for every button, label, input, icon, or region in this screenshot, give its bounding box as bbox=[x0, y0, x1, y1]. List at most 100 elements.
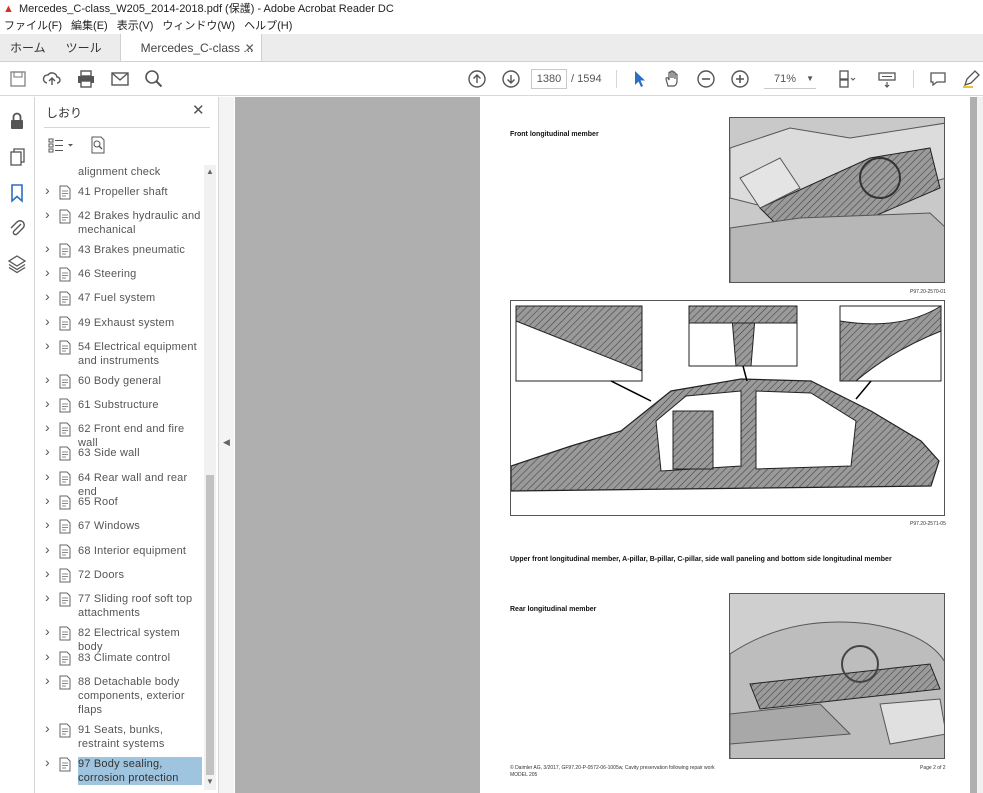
scroll-up-icon[interactable]: ▲ bbox=[206, 167, 214, 176]
bookmark-label: 67 Windows bbox=[78, 520, 140, 532]
menu-view[interactable]: 表示(V) bbox=[117, 18, 154, 34]
bookmark-label: 46 Steering bbox=[78, 268, 137, 280]
document-scrollbar[interactable] bbox=[977, 97, 983, 793]
bookmark-page-icon bbox=[58, 651, 72, 666]
tab-bar: ホーム ツール Mercedes_C-class ... ✕ bbox=[0, 34, 983, 62]
toolbar-divider bbox=[616, 70, 617, 88]
bookmark-label: 49 Exhaust system bbox=[78, 317, 175, 329]
chevron-right-icon[interactable]: › bbox=[45, 420, 50, 434]
bookmark-page-icon bbox=[58, 626, 72, 641]
footer-copyright: © Daimler AG, 3/2017, GF97.20-P-0572-06-… bbox=[510, 765, 715, 771]
chevron-right-icon[interactable]: › bbox=[45, 338, 50, 352]
chevron-right-icon[interactable]: › bbox=[45, 289, 50, 303]
window-title: Mercedes_C-class_W205_2014-2018.pdf (保護)… bbox=[19, 3, 394, 15]
scroll-thumb[interactable] bbox=[206, 475, 214, 775]
chevron-right-icon[interactable]: › bbox=[45, 493, 50, 507]
upload-cloud-icon[interactable] bbox=[42, 69, 62, 89]
chevron-right-icon[interactable]: › bbox=[45, 624, 50, 638]
bookmark-label: 65 Roof bbox=[78, 496, 118, 508]
chevron-right-icon[interactable]: › bbox=[45, 396, 50, 410]
prev-page-icon[interactable] bbox=[467, 69, 487, 89]
footer-model: MODEL 205 bbox=[510, 772, 538, 778]
close-icon[interactable]: ✕ bbox=[245, 34, 255, 62]
bookmark-label: 82 Electrical system body bbox=[78, 627, 180, 653]
bookmark-label: 47 Fuel system bbox=[78, 292, 156, 304]
chevron-right-icon[interactable]: › bbox=[45, 649, 50, 663]
menu-bar: ファイル(F) 編集(E) 表示(V) ウィンドウ(W) ヘルプ(H) bbox=[0, 18, 983, 34]
attachment-icon[interactable] bbox=[7, 218, 27, 238]
chevron-right-icon[interactable]: › bbox=[45, 755, 50, 769]
chevron-right-icon[interactable]: › bbox=[45, 542, 50, 556]
scrollbar[interactable]: ▲ ▼ bbox=[204, 165, 216, 790]
chevron-right-icon[interactable]: › bbox=[45, 207, 50, 221]
tab-tools[interactable]: ツール bbox=[56, 34, 112, 61]
toolbar-divider bbox=[913, 70, 914, 88]
bookmark-page-icon bbox=[58, 398, 72, 413]
bookmark-page-icon bbox=[58, 422, 72, 437]
tab-home[interactable]: ホーム bbox=[0, 34, 56, 61]
page-fit-icon[interactable] bbox=[836, 69, 856, 89]
bookmark-page-icon bbox=[58, 374, 72, 389]
bookmark-page-icon bbox=[58, 446, 72, 461]
bookmark-search-icon[interactable] bbox=[90, 136, 106, 159]
menu-help[interactable]: ヘルプ(H) bbox=[244, 18, 292, 34]
chevron-right-icon[interactable]: › bbox=[45, 517, 50, 531]
caption-upper-pillars: Upper front longitudinal member, A-pilla… bbox=[510, 556, 892, 563]
acrobat-icon: ▲ bbox=[3, 3, 14, 15]
caption-rear-longitudinal: Rear longitudinal member bbox=[510, 606, 597, 613]
search-icon[interactable] bbox=[144, 69, 164, 89]
bookmark-page-icon bbox=[58, 185, 72, 200]
lock-icon[interactable] bbox=[7, 111, 27, 131]
tab-document[interactable]: Mercedes_C-class ... ✕ bbox=[119, 34, 262, 62]
options-list-icon[interactable] bbox=[48, 137, 74, 158]
close-icon[interactable]: ✕ bbox=[192, 101, 205, 119]
bookmark-label: 77 Sliding roof soft top attachments bbox=[78, 593, 193, 619]
tab-document-label: Mercedes_C-class ... bbox=[140, 41, 254, 55]
menu-window[interactable]: ウィンドウ(W) bbox=[162, 18, 235, 34]
bookmark-page-icon bbox=[58, 568, 72, 583]
save-icon[interactable] bbox=[8, 69, 28, 89]
chevron-right-icon[interactable]: › bbox=[45, 721, 50, 735]
comment-icon[interactable] bbox=[928, 69, 948, 89]
zoom-out-icon[interactable] bbox=[696, 69, 716, 89]
bookmark-page-icon bbox=[58, 291, 72, 306]
chevron-right-icon[interactable]: › bbox=[45, 469, 50, 483]
chevron-right-icon[interactable]: › bbox=[45, 265, 50, 279]
bookmark-label: 83 Climate control bbox=[78, 652, 171, 664]
bookmark-page-icon bbox=[58, 471, 72, 486]
title-bar: ▲ Mercedes_C-class_W205_2014-2018.pdf (保… bbox=[0, 0, 983, 18]
bookmark-icon[interactable] bbox=[7, 183, 27, 203]
document-view[interactable]: Front longitudinal member P97.20-2570-01 bbox=[235, 97, 983, 793]
chevron-right-icon[interactable]: › bbox=[45, 444, 50, 458]
chevron-right-icon[interactable]: › bbox=[45, 314, 50, 328]
menu-edit[interactable]: 編集(E) bbox=[71, 18, 108, 34]
keyboard-icon[interactable] bbox=[877, 69, 897, 89]
chevron-right-icon[interactable]: › bbox=[45, 241, 50, 255]
chevron-right-icon[interactable]: › bbox=[45, 673, 50, 687]
email-icon[interactable] bbox=[110, 69, 130, 89]
zoom-value: 71% bbox=[774, 73, 797, 85]
zoom-select[interactable]: 71% ▼ bbox=[764, 69, 816, 89]
chevron-right-icon[interactable]: › bbox=[45, 372, 50, 386]
chevron-right-icon[interactable]: › bbox=[45, 183, 50, 197]
highlight-pen-icon[interactable] bbox=[961, 69, 981, 89]
hand-tool-icon[interactable] bbox=[662, 69, 682, 89]
panel-collapse-handle[interactable]: ◀ bbox=[218, 97, 234, 793]
bookmark-page-icon bbox=[58, 519, 72, 534]
print-icon[interactable] bbox=[76, 69, 96, 89]
chevron-right-icon[interactable]: › bbox=[45, 566, 50, 580]
bookmark-label: 43 Brakes pneumatic bbox=[78, 244, 186, 256]
bookmark-page-icon bbox=[58, 267, 72, 282]
layers-icon[interactable] bbox=[7, 254, 27, 274]
next-page-icon[interactable] bbox=[501, 69, 521, 89]
pages-icon[interactable] bbox=[7, 147, 27, 167]
scroll-down-icon[interactable]: ▼ bbox=[206, 777, 214, 786]
bookmark-page-icon bbox=[58, 243, 72, 258]
zoom-in-icon[interactable] bbox=[730, 69, 750, 89]
panel-divider bbox=[44, 127, 210, 128]
chevron-right-icon[interactable]: › bbox=[45, 590, 50, 604]
menu-file[interactable]: ファイル(F) bbox=[4, 18, 62, 34]
bookmark-label: 42 Brakes hydraulic and mechanical bbox=[78, 210, 201, 236]
select-cursor-icon[interactable] bbox=[629, 69, 649, 89]
page-number-input[interactable]: 1380 bbox=[531, 69, 567, 89]
